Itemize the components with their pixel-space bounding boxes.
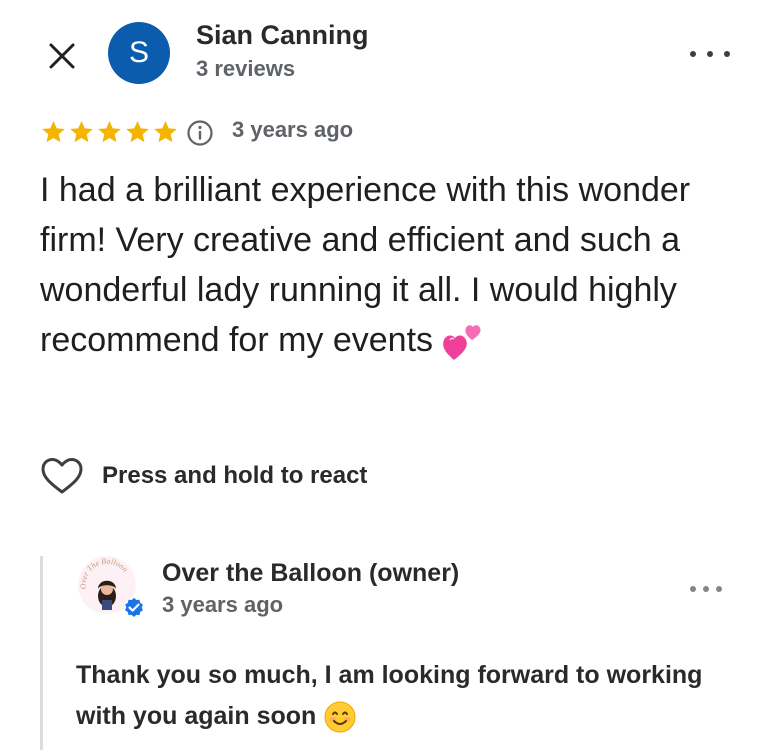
star-rating	[40, 119, 179, 146]
reviewer-name[interactable]: Sian Canning	[196, 20, 369, 51]
star-icon	[154, 121, 177, 143]
owner-reply-time: 3 years ago	[162, 592, 284, 617]
review-text: I had a brilliant experience with this w…	[40, 165, 730, 365]
avatar-letter: S	[128, 36, 149, 69]
react-button[interactable]: Press and hold to react	[40, 456, 367, 496]
reply-divider	[40, 556, 43, 750]
owner-name[interactable]: Over the Balloon (owner)	[162, 559, 459, 588]
owner-more-options-button[interactable]	[690, 584, 722, 594]
info-icon[interactable]	[186, 119, 214, 147]
two-hearts-emoji	[443, 325, 482, 361]
reviewer-avatar[interactable]: S	[108, 22, 170, 84]
review-body: I had a brilliant experience with this w…	[40, 171, 691, 359]
more-options-dot	[724, 51, 730, 57]
heart-outline-icon	[41, 458, 83, 494]
owner-reply-body: Thank you so much, I am looking forward …	[76, 661, 703, 730]
smiling-face-emoji	[324, 701, 356, 733]
review-time: 3 years ago	[232, 117, 354, 142]
star-icon	[70, 121, 93, 143]
more-options-button[interactable]	[690, 44, 730, 64]
verified-badge-icon	[123, 596, 145, 619]
owner-reply-text: Thank you so much, I am looking forward …	[76, 655, 736, 737]
more-options-dot	[703, 586, 709, 592]
star-icon	[126, 121, 149, 143]
reviewer-review-count[interactable]: 3 reviews	[196, 56, 295, 82]
more-options-icon	[690, 51, 696, 57]
react-label: Press and hold to react	[102, 462, 368, 489]
more-options-dot	[707, 51, 713, 57]
more-options-icon	[690, 586, 696, 592]
star-icon	[98, 121, 121, 143]
close-button[interactable]	[40, 34, 84, 78]
more-options-dot	[716, 586, 722, 592]
star-icon	[42, 121, 65, 143]
close-icon	[49, 43, 75, 69]
